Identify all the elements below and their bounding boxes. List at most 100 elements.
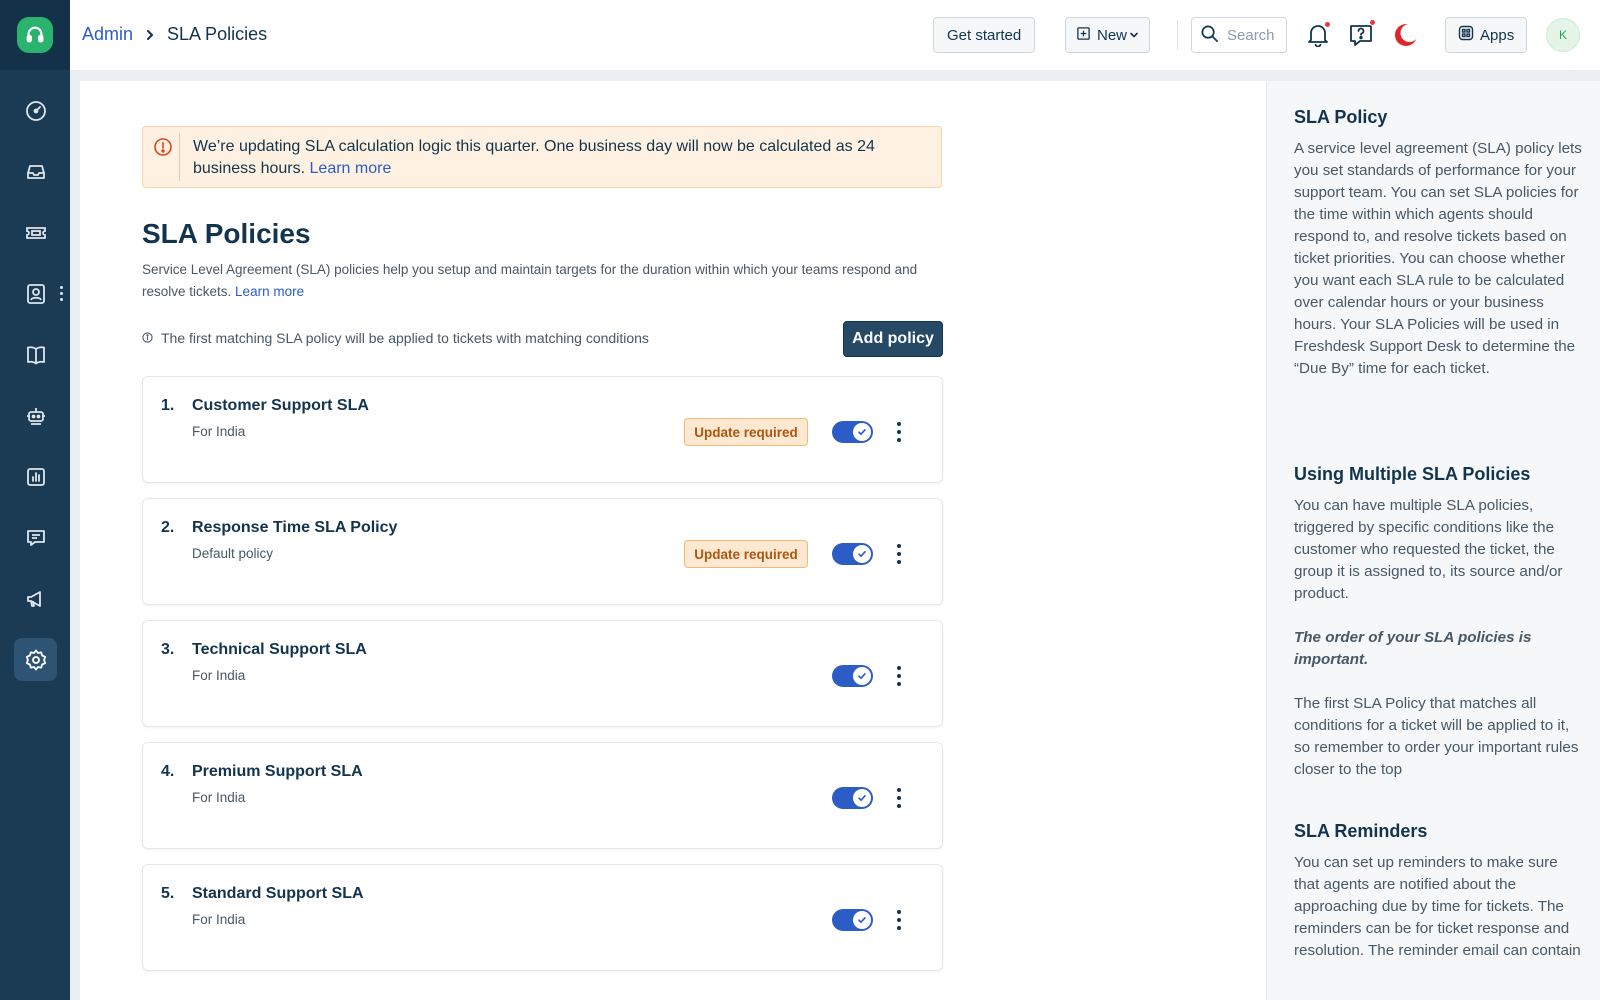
- plus-square-icon: [1076, 26, 1091, 45]
- policy-subtitle: For India: [192, 790, 246, 805]
- policy-name[interactable]: Response Time SLA Policy: [192, 519, 397, 537]
- info-text: The first matching SLA policy will be ap…: [161, 330, 649, 346]
- update-required-badge: Update required: [684, 540, 808, 568]
- get-started-label: Get started: [947, 26, 1022, 44]
- policy-subtitle: Default policy: [192, 546, 274, 561]
- check-icon: [853, 423, 871, 441]
- more-options-icon[interactable]: [893, 908, 905, 932]
- help-text: A service level agreement (SLA) policy l…: [1294, 140, 1582, 377]
- help-text: You can have multiple SLA policies, trig…: [1294, 497, 1563, 602]
- breadcrumb-current: SLA Policies: [167, 24, 268, 44]
- tickets-icon[interactable]: [14, 211, 57, 254]
- notification-dot: [1324, 21, 1331, 28]
- more-options-icon[interactable]: [893, 664, 905, 688]
- reports-icon[interactable]: [14, 455, 57, 498]
- conversations-icon[interactable]: [14, 516, 57, 559]
- policy-card[interactable]: 4. Premium Support SLA For India: [142, 742, 943, 849]
- help-title: SLA Policy: [1294, 107, 1388, 127]
- top-bar: Admin SLA Policies Get started New Searc…: [70, 0, 1600, 70]
- policy-number: 4.: [161, 763, 175, 780]
- policy-subtitle: For India: [192, 668, 246, 683]
- update-required-badge: Update required: [684, 418, 808, 446]
- check-icon: [853, 911, 871, 929]
- policy-number: 1.: [161, 397, 175, 414]
- policy-subtitle: For India: [192, 912, 246, 927]
- help-panel: SLA Policy A service level agreement (SL…: [1266, 81, 1600, 1000]
- banner-text: We’re updating SLA calculation logic thi…: [193, 138, 875, 177]
- add-policy-button[interactable]: Add policy: [843, 321, 943, 357]
- more-options-icon[interactable]: [893, 542, 905, 566]
- policy-card[interactable]: 5. Standard Support SLA For India: [142, 864, 943, 971]
- headset-logo-icon[interactable]: [17, 17, 53, 53]
- help-text: You can set up reminders to make sure th…: [1294, 854, 1581, 959]
- policy-subtitle: For India: [192, 424, 246, 439]
- knowledge-base-icon[interactable]: [14, 333, 57, 376]
- policy-number: 5.: [161, 885, 175, 902]
- new-button[interactable]: New: [1065, 17, 1151, 53]
- dashboard-icon[interactable]: [14, 89, 57, 132]
- warning-circle-icon: [153, 137, 173, 162]
- campaigns-icon[interactable]: [14, 577, 57, 620]
- apps-label: Apps: [1480, 26, 1515, 44]
- help-title: SLA Reminders: [1294, 821, 1428, 841]
- more-options-icon[interactable]: [893, 786, 905, 810]
- apps-grid-icon: [1458, 25, 1474, 45]
- more-options-icon[interactable]: [893, 420, 905, 444]
- policy-name[interactable]: Technical Support SLA: [192, 641, 367, 659]
- help-emphasis: The order of your SLA policies is import…: [1294, 629, 1532, 668]
- policy-number: 3.: [161, 641, 175, 658]
- policy-toggle[interactable]: [832, 787, 873, 809]
- banner-learn-more-link[interactable]: Learn more: [310, 160, 392, 177]
- policy-number: 2.: [161, 519, 175, 536]
- policy-toggle[interactable]: [832, 665, 873, 687]
- check-icon: [853, 789, 871, 807]
- main-content: We’re updating SLA calculation logic thi…: [80, 81, 1266, 1000]
- search-icon: [1200, 24, 1219, 47]
- chevron-down-icon: [1129, 27, 1139, 44]
- topbar-divider: [1177, 20, 1178, 50]
- apps-button[interactable]: Apps: [1445, 17, 1528, 53]
- policy-name[interactable]: Premium Support SLA: [192, 763, 363, 781]
- inbox-icon[interactable]: [14, 150, 57, 193]
- policy-toggle[interactable]: [832, 421, 873, 443]
- moon-icon[interactable]: [1388, 17, 1424, 53]
- avatar[interactable]: K: [1546, 18, 1580, 52]
- breadcrumb: Admin SLA Policies: [82, 24, 267, 45]
- bot-icon[interactable]: [14, 394, 57, 437]
- description-learn-more-link[interactable]: Learn more: [235, 284, 304, 299]
- banner-message: We’re updating SLA calculation logic thi…: [193, 136, 923, 180]
- help-section-multiple-policies: Using Multiple SLA Policies You can have…: [1294, 464, 1584, 781]
- bell-icon[interactable]: [1300, 17, 1336, 53]
- check-icon: [853, 667, 871, 685]
- breadcrumb-admin-link[interactable]: Admin: [82, 24, 133, 45]
- policy-name[interactable]: Customer Support SLA: [192, 397, 369, 415]
- help-section-sla-policy: SLA Policy A service level agreement (SL…: [1294, 107, 1584, 380]
- left-navigation: [0, 0, 70, 1000]
- logo-area: [0, 0, 70, 70]
- chevron-right-icon: [145, 29, 155, 41]
- info-icon: [142, 330, 153, 346]
- nav-more-icon[interactable]: [58, 286, 64, 301]
- sla-update-banner: We’re updating SLA calculation logic thi…: [142, 126, 942, 188]
- check-icon: [853, 545, 871, 563]
- help-notification-dot: [1369, 19, 1376, 26]
- policy-name[interactable]: Standard Support SLA: [192, 885, 364, 903]
- search-placeholder: Search: [1227, 26, 1275, 44]
- policy-card[interactable]: 1. Customer Support SLA For India Update…: [142, 376, 943, 483]
- banner-divider: [179, 133, 180, 181]
- help-title: Using Multiple SLA Policies: [1294, 464, 1531, 484]
- add-policy-label: Add policy: [852, 330, 934, 347]
- policy-toggle[interactable]: [832, 909, 873, 931]
- page-title: SLA Policies: [142, 218, 311, 249]
- help-icon[interactable]: [1343, 17, 1379, 53]
- search-input[interactable]: Search: [1191, 17, 1287, 53]
- get-started-button[interactable]: Get started: [933, 17, 1036, 53]
- help-text: The first SLA Policy that matches all co…: [1294, 695, 1579, 778]
- policy-toggle[interactable]: [832, 543, 873, 565]
- contacts-icon[interactable]: [14, 272, 57, 315]
- settings-icon[interactable]: [14, 638, 57, 681]
- policy-card[interactable]: 3. Technical Support SLA For India: [142, 620, 943, 727]
- policy-card[interactable]: 2. Response Time SLA Policy Default poli…: [142, 498, 943, 605]
- avatar-initial: K: [1558, 28, 1567, 42]
- help-section-sla-reminders: SLA Reminders You can set up reminders t…: [1294, 821, 1584, 962]
